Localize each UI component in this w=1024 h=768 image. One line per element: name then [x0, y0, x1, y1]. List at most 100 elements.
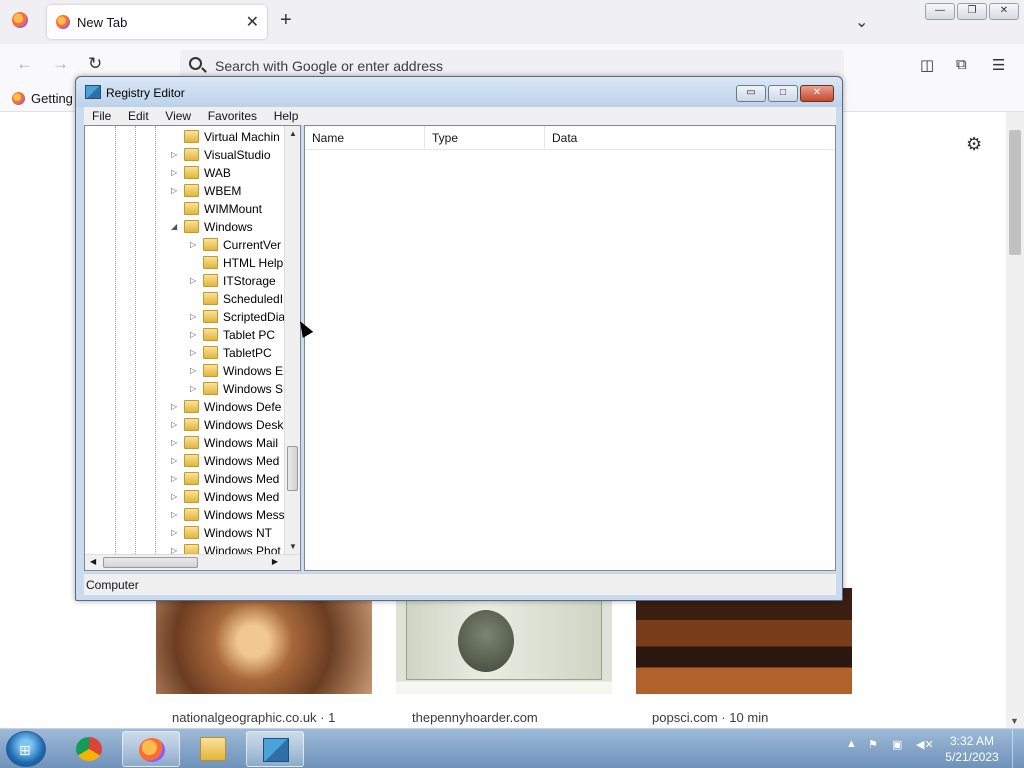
story-card[interactable]: popsci.com · 10 min — [636, 588, 852, 728]
taskbar-firefox[interactable] — [122, 731, 180, 767]
registry-key-node[interactable]: ▷ Windows Med — [85, 488, 285, 506]
scroll-down-arrow-icon[interactable]: ▼ — [1010, 716, 1019, 726]
registry-key-node[interactable]: ▷ ITStorage — [85, 272, 285, 290]
registry-key-node[interactable]: WIMMount — [85, 200, 285, 218]
registry-key-node[interactable]: ▷ Windows Mess — [85, 506, 285, 524]
tree-expander-icon[interactable]: ▷ — [171, 510, 177, 519]
app-menu-icon[interactable]: ☰ — [992, 56, 1005, 74]
new-tab-button[interactable]: + — [280, 9, 292, 32]
tree-expander-icon[interactable]: ▷ — [190, 276, 196, 285]
tree-vscroll-thumb[interactable] — [287, 446, 298, 491]
show-desktop-button[interactable] — [1012, 729, 1024, 768]
tree-expander-icon[interactable]: ▷ — [171, 492, 177, 501]
registry-key-node[interactable]: ▷ CurrentVer — [85, 236, 285, 254]
registry-key-node[interactable]: ▷ Windows NT — [85, 524, 285, 542]
tree-expander-icon[interactable]: ◢ — [171, 222, 177, 231]
system-clock[interactable]: 3:32 AM 5/21/2023 — [942, 733, 1002, 765]
list-all-tabs-icon[interactable]: ⌄ — [855, 12, 868, 32]
column-type[interactable]: Type — [425, 126, 545, 150]
tree-expander-icon[interactable]: ▷ — [171, 474, 177, 483]
registry-key-node[interactable]: HTML Help — [85, 254, 285, 272]
scroll-down-arrow-icon[interactable]: ▼ — [289, 542, 297, 551]
registry-key-node[interactable]: ▷ Windows Med — [85, 452, 285, 470]
scroll-up-arrow-icon[interactable]: ▲ — [289, 129, 297, 138]
tree-hscroll-thumb[interactable] — [103, 557, 198, 568]
regedit-titlebar[interactable]: Registry Editor ▭ □ ✕ — [76, 77, 842, 107]
menu-favorites[interactable]: Favorites — [203, 107, 262, 125]
registry-key-node[interactable]: ▷ Windows E — [85, 362, 285, 380]
tree-expander-icon[interactable]: ▷ — [171, 402, 177, 411]
menu-help[interactable]: Help — [269, 107, 304, 125]
forward-arrow-icon[interactable]: → — [52, 54, 69, 74]
page-scroll-thumb[interactable] — [1009, 130, 1021, 255]
tree-horizontal-scrollbar[interactable]: ◀ ▶ — [85, 554, 300, 570]
taskbar-registry-editor[interactable] — [246, 731, 304, 767]
folder-icon — [203, 346, 218, 359]
tree-expander-icon[interactable]: ▷ — [171, 420, 177, 429]
action-center-icon[interactable]: ⚑ — [868, 738, 878, 751]
registry-key-node[interactable]: Virtual Machin — [85, 128, 285, 146]
registry-key-node[interactable]: ▷ Windows Mail — [85, 434, 285, 452]
story-card[interactable]: thepennyhoarder.com — [396, 588, 612, 728]
tree-expander-icon[interactable]: ▷ — [171, 456, 177, 465]
taskbar-chrome[interactable] — [60, 731, 118, 767]
menu-file[interactable]: File — [87, 107, 116, 125]
registry-key-node[interactable]: ▷ WBEM — [85, 182, 285, 200]
story-card[interactable]: nationalgeographic.co.uk · 1 — [156, 588, 372, 728]
tree-vertical-scrollbar[interactable]: ▲ ▼ — [284, 126, 300, 554]
page-scrollbar[interactable]: ▼ — [1006, 112, 1024, 728]
gear-icon[interactable]: ⚙ — [966, 134, 982, 155]
registry-key-node[interactable]: ▷ Windows Med — [85, 470, 285, 488]
tree-expander-icon[interactable]: ▷ — [171, 528, 177, 537]
regedit-maximize-button[interactable]: □ — [768, 85, 798, 102]
tree-expander-icon[interactable]: ▷ — [190, 384, 196, 393]
menu-edit[interactable]: Edit — [123, 107, 154, 125]
pocket-icon[interactable]: ◫ — [920, 56, 934, 74]
tab-close-icon[interactable]: ✕ — [246, 12, 259, 32]
registry-key-node[interactable]: ▷ TabletPC — [85, 344, 285, 362]
show-hidden-icons-icon[interactable]: ▲ — [846, 738, 857, 750]
network-icon[interactable]: ▣ — [892, 738, 902, 751]
regedit-close-button[interactable]: ✕ — [800, 85, 834, 102]
reload-icon[interactable]: ↻ — [88, 54, 102, 74]
tree-expander-icon[interactable]: ▷ — [190, 348, 196, 357]
chrome-icon — [76, 737, 102, 761]
registry-key-node[interactable]: ▷ Tablet PC — [85, 326, 285, 344]
registry-key-node[interactable]: ◢ Windows — [85, 218, 285, 236]
tree-expander-icon[interactable]: ▷ — [190, 312, 196, 321]
bookmark-getting-started[interactable]: Getting — [12, 91, 73, 106]
browser-restore-button[interactable]: ❐ — [957, 3, 987, 20]
tree-expander-icon[interactable]: ▷ — [171, 168, 177, 177]
registry-key-tree[interactable]: Virtual Machin ▷ VisualStudio ▷ WAB ▷ WBEM WIMM… — [84, 125, 301, 571]
column-name[interactable]: Name — [305, 126, 425, 150]
browser-minimize-button[interactable]: — — [925, 3, 955, 20]
tree-expander-icon[interactable]: ▷ — [190, 330, 196, 339]
tree-expander-icon[interactable]: ▷ — [190, 366, 196, 375]
tree-expander-icon[interactable]: ▷ — [171, 150, 177, 159]
registry-key-node[interactable]: ▷ WAB — [85, 164, 285, 182]
story-source: popsci.com · 10 min — [652, 710, 769, 725]
registry-key-node[interactable]: ▷ Windows Desk — [85, 416, 285, 434]
start-button[interactable]: ⊞ — [6, 731, 46, 767]
scroll-left-arrow-icon[interactable]: ◀ — [90, 557, 96, 566]
registry-key-node[interactable]: ScheduledI — [85, 290, 285, 308]
regedit-minimize-button[interactable]: ▭ — [736, 85, 766, 102]
registry-key-node[interactable]: ▷ Windows Defe — [85, 398, 285, 416]
extensions-icon[interactable]: ⧉ — [956, 56, 967, 73]
tab-new-tab[interactable]: New Tab ✕ — [47, 5, 267, 39]
back-arrow-icon[interactable]: ← — [16, 54, 33, 74]
scroll-right-arrow-icon[interactable]: ▶ — [272, 557, 278, 566]
registry-key-node[interactable]: ▷ ScriptedDia — [85, 308, 285, 326]
tree-expander-icon[interactable]: ▷ — [171, 186, 177, 195]
column-data[interactable]: Data — [545, 126, 835, 150]
taskbar-file-explorer[interactable] — [184, 731, 242, 767]
firefox-view-icon[interactable] — [12, 12, 28, 28]
registry-values-list[interactable]: Name Type Data — [304, 125, 836, 571]
tree-expander-icon[interactable]: ▷ — [171, 438, 177, 447]
browser-close-button[interactable]: ✕ — [989, 3, 1019, 20]
volume-muted-icon[interactable]: ◀✕ — [916, 738, 934, 751]
menu-view[interactable]: View — [160, 107, 196, 125]
registry-key-node[interactable]: ▷ Windows S — [85, 380, 285, 398]
registry-key-node[interactable]: ▷ VisualStudio — [85, 146, 285, 164]
tree-expander-icon[interactable]: ▷ — [190, 240, 196, 249]
